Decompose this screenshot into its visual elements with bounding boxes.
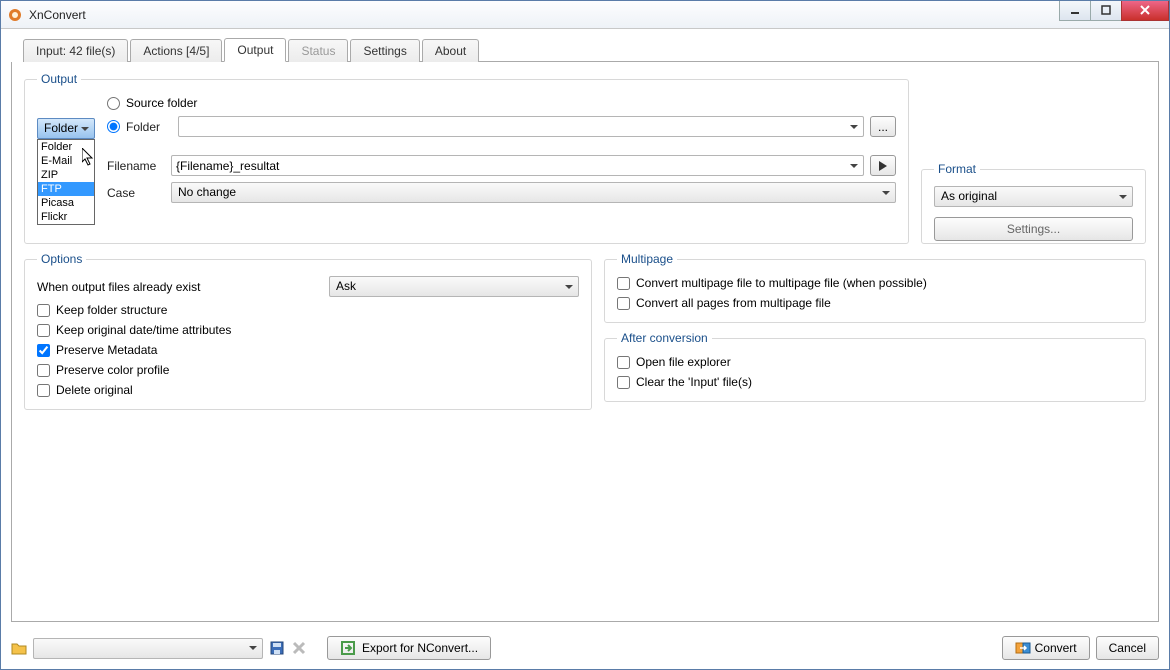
close-button[interactable]: [1121, 1, 1169, 21]
clear-input-label: Clear the 'Input' file(s): [636, 375, 752, 389]
convert-all-pages-checkbox[interactable]: [617, 297, 630, 310]
tab-about[interactable]: About: [422, 39, 479, 62]
after-legend: After conversion: [617, 331, 712, 345]
filename-vars-button[interactable]: [870, 155, 896, 176]
export-label: Export for NConvert...: [362, 641, 478, 655]
output-legend: Output: [37, 72, 81, 86]
maximize-button[interactable]: [1090, 1, 1122, 21]
cancel-button[interactable]: Cancel: [1096, 636, 1159, 660]
format-group: Format As original Settings...: [921, 162, 1146, 244]
app-icon: [7, 7, 23, 23]
destination-select[interactable]: Folder: [37, 118, 95, 139]
output-panel: Output Folder Folder E-Mail ZIP: [11, 62, 1159, 622]
exists-label: When output files already exist: [37, 280, 321, 294]
options-group: Options When output files already exist …: [24, 252, 592, 410]
minimize-button[interactable]: [1059, 1, 1091, 21]
convert-all-pages-label: Convert all pages from multipage file: [636, 296, 831, 310]
content-area: Input: 42 file(s) Actions [4/5] Output S…: [1, 29, 1169, 627]
folder-path-input[interactable]: [178, 116, 864, 137]
after-conversion-group: After conversion Open file explorer Clea…: [604, 331, 1146, 402]
convert-icon: [1015, 640, 1031, 656]
destination-dropdown-list: Folder E-Mail ZIP FTP Picasa Flickr: [37, 139, 95, 225]
tab-actions[interactable]: Actions [4/5]: [130, 39, 222, 62]
browse-button[interactable]: ...: [870, 116, 896, 137]
folder-label: Folder: [126, 120, 170, 134]
tab-output[interactable]: Output: [224, 38, 286, 62]
preserve-meta-checkbox[interactable]: [37, 344, 50, 357]
preserve-color-label: Preserve color profile: [56, 363, 169, 377]
dest-option-ftp[interactable]: FTP: [38, 182, 94, 196]
preset-select[interactable]: [33, 638, 263, 659]
dest-option-zip[interactable]: ZIP: [38, 168, 94, 182]
folder-radio[interactable]: [107, 120, 120, 133]
window-controls: [1060, 1, 1169, 21]
source-folder-radio[interactable]: [107, 97, 120, 110]
preserve-color-checkbox[interactable]: [37, 364, 50, 377]
app-window: XnConvert Input: 42 file(s) Actions [4/5…: [0, 0, 1170, 670]
convert-multipage-checkbox[interactable]: [617, 277, 630, 290]
play-icon: [878, 161, 888, 171]
dest-option-flickr[interactable]: Flickr: [38, 210, 94, 224]
delete-original-checkbox[interactable]: [37, 384, 50, 397]
tab-settings[interactable]: Settings: [350, 39, 419, 62]
dest-option-email[interactable]: E-Mail: [38, 154, 94, 168]
keep-folder-checkbox[interactable]: [37, 304, 50, 317]
open-explorer-checkbox[interactable]: [617, 356, 630, 369]
open-preset-icon[interactable]: [11, 640, 27, 656]
source-folder-label: Source folder: [126, 96, 197, 110]
options-legend: Options: [37, 252, 86, 266]
clear-input-checkbox[interactable]: [617, 376, 630, 389]
filename-input[interactable]: [171, 155, 864, 176]
convert-button[interactable]: Convert: [1002, 636, 1090, 660]
case-label: Case: [107, 186, 163, 200]
tab-input[interactable]: Input: 42 file(s): [23, 39, 128, 62]
case-select[interactable]: No change: [171, 182, 896, 203]
multipage-group: Multipage Convert multipage file to mult…: [604, 252, 1146, 323]
convert-multipage-label: Convert multipage file to multipage file…: [636, 276, 927, 290]
window-title: XnConvert: [29, 8, 1060, 22]
filename-label: Filename: [107, 159, 163, 173]
open-explorer-label: Open file explorer: [636, 355, 731, 369]
main-tabs: Input: 42 file(s) Actions [4/5] Output S…: [23, 37, 1159, 62]
delete-original-label: Delete original: [56, 383, 133, 397]
preserve-meta-label: Preserve Metadata: [56, 343, 157, 357]
dest-option-folder[interactable]: Folder: [38, 140, 94, 154]
output-group: Output Folder Folder E-Mail ZIP: [24, 72, 909, 244]
delete-preset-icon[interactable]: [291, 640, 307, 656]
tab-status[interactable]: Status: [288, 39, 348, 62]
keep-date-label: Keep original date/time attributes: [56, 323, 231, 337]
keep-date-checkbox[interactable]: [37, 324, 50, 337]
keep-folder-label: Keep folder structure: [56, 303, 167, 317]
multipage-legend: Multipage: [617, 252, 677, 266]
format-select[interactable]: As original: [934, 186, 1133, 207]
destination-select-wrap: Folder Folder E-Mail ZIP FTP Picasa Flic…: [37, 96, 107, 139]
export-nconvert-button[interactable]: Export for NConvert...: [327, 636, 491, 660]
save-preset-icon[interactable]: [269, 640, 285, 656]
convert-label: Convert: [1035, 641, 1077, 655]
export-icon: [340, 640, 356, 656]
titlebar: XnConvert: [1, 1, 1169, 29]
bottom-bar: Export for NConvert... Convert Cancel: [1, 627, 1169, 669]
format-settings-button[interactable]: Settings...: [934, 217, 1133, 241]
exists-select[interactable]: Ask: [329, 276, 579, 297]
format-legend: Format: [934, 162, 980, 176]
dest-option-picasa[interactable]: Picasa: [38, 196, 94, 210]
